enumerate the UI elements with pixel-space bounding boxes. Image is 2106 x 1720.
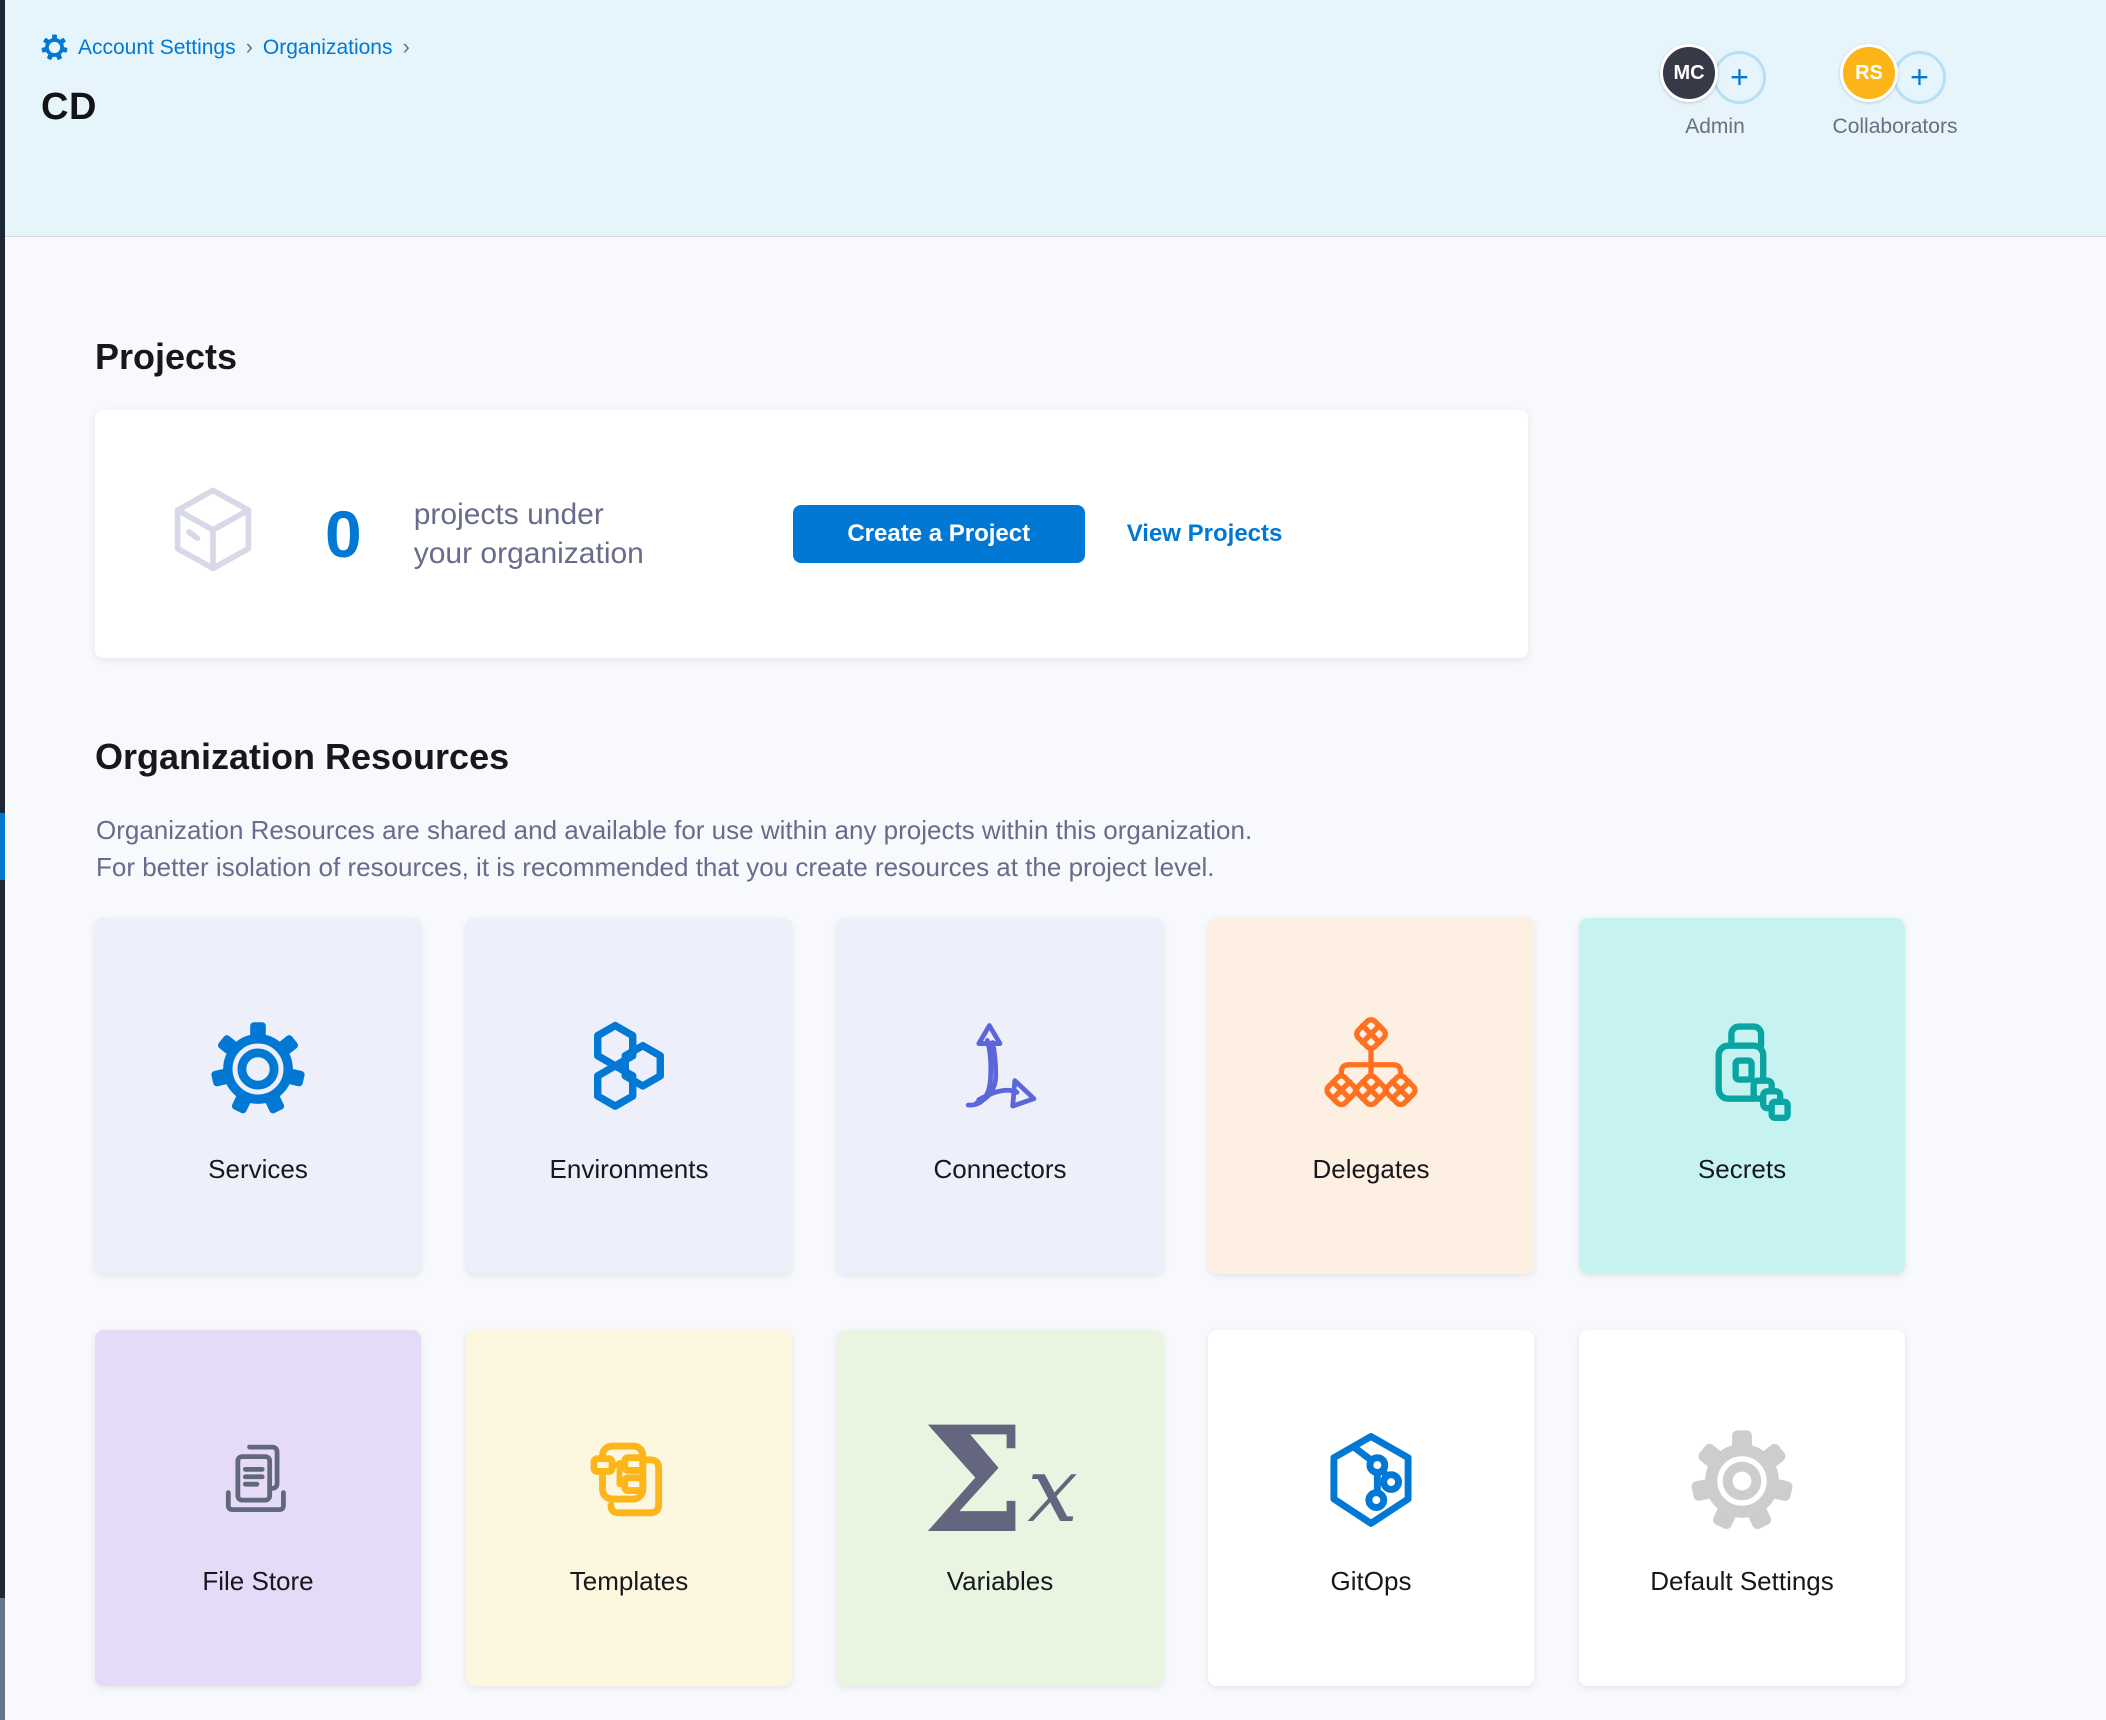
card-default-settings[interactable]: Default Settings (1579, 1330, 1905, 1686)
add-collaborator-button[interactable]: + (1893, 51, 1946, 104)
card-gitops[interactable]: GitOps (1208, 1330, 1534, 1686)
delegates-tree-icon (1311, 1014, 1431, 1124)
collaborator-avatar[interactable]: RS (1840, 44, 1898, 102)
services-gear-icon (198, 1014, 318, 1124)
projects-heading: Projects (95, 336, 237, 378)
breadcrumb: Account Settings › Organizations › (41, 34, 410, 61)
card-label: Secrets (1698, 1154, 1786, 1185)
project-count-caption: projects under your organization (414, 495, 664, 573)
admin-avatar[interactable]: MC (1660, 44, 1718, 102)
admin-members: + MC Admin (1645, 44, 1785, 139)
org-resources-description: Organization Resources are shared and av… (96, 812, 1252, 886)
curved-arrows-icon (940, 1014, 1060, 1124)
card-variables[interactable]: Σx Variables (837, 1330, 1163, 1686)
hexagons-icon (569, 1014, 689, 1124)
settings-gear-icon (41, 34, 68, 61)
collapsed-nav-scrollbar (0, 0, 5, 1720)
card-label: File Store (202, 1566, 313, 1597)
card-label: GitOps (1331, 1566, 1412, 1597)
card-label: Services (208, 1154, 308, 1185)
scrollbar-thumb-blue[interactable] (0, 813, 5, 880)
admin-label: Admin (1645, 115, 1785, 139)
add-admin-button[interactable]: + (1713, 51, 1766, 104)
card-label: Templates (570, 1566, 689, 1597)
card-label: Connectors (934, 1154, 1067, 1185)
card-label: Variables (947, 1566, 1053, 1597)
org-resources-heading: Organization Resources (95, 736, 509, 778)
card-secrets[interactable]: Secrets (1579, 918, 1905, 1274)
card-file-store[interactable]: File Store (95, 1330, 421, 1686)
documents-tray-icon (198, 1426, 318, 1536)
page-header: Account Settings › Organizations › CD + … (5, 0, 2106, 237)
stacked-templates-icon (569, 1426, 689, 1536)
collaborators-label: Collaborators (1825, 115, 1965, 139)
cube-icon (95, 478, 265, 591)
padlock-chain-icon (1682, 1014, 1802, 1124)
scrollbar-thumb-gray[interactable] (0, 1598, 5, 1720)
resource-cards-grid: Services Environments Connectors (95, 918, 1905, 1686)
git-hexagon-icon (1311, 1426, 1431, 1536)
card-services[interactable]: Services (95, 918, 421, 1274)
collaborator-members: + RS Collaborators (1825, 44, 1965, 139)
breadcrumb-organizations[interactable]: Organizations (263, 36, 393, 60)
create-project-button[interactable]: Create a Project (793, 505, 1085, 563)
card-environments[interactable]: Environments (466, 918, 792, 1274)
breadcrumb-separator: › (246, 34, 253, 60)
card-connectors[interactable]: Connectors (837, 918, 1163, 1274)
card-label: Environments (550, 1154, 709, 1185)
default-settings-gear-icon (1682, 1426, 1802, 1536)
breadcrumb-separator: › (403, 34, 410, 60)
projects-summary-card: 0 projects under your organization Creat… (95, 410, 1528, 658)
project-count: 0 (325, 501, 362, 567)
card-templates[interactable]: Templates (466, 1330, 792, 1686)
card-label: Delegates (1312, 1154, 1429, 1185)
sigma-x-icon: Σx (940, 1426, 1060, 1536)
page-title: CD (41, 86, 97, 129)
card-delegates[interactable]: Delegates (1208, 918, 1534, 1274)
card-label: Default Settings (1650, 1566, 1834, 1597)
view-projects-link[interactable]: View Projects (1127, 520, 1283, 548)
breadcrumb-account-settings[interactable]: Account Settings (78, 36, 236, 60)
